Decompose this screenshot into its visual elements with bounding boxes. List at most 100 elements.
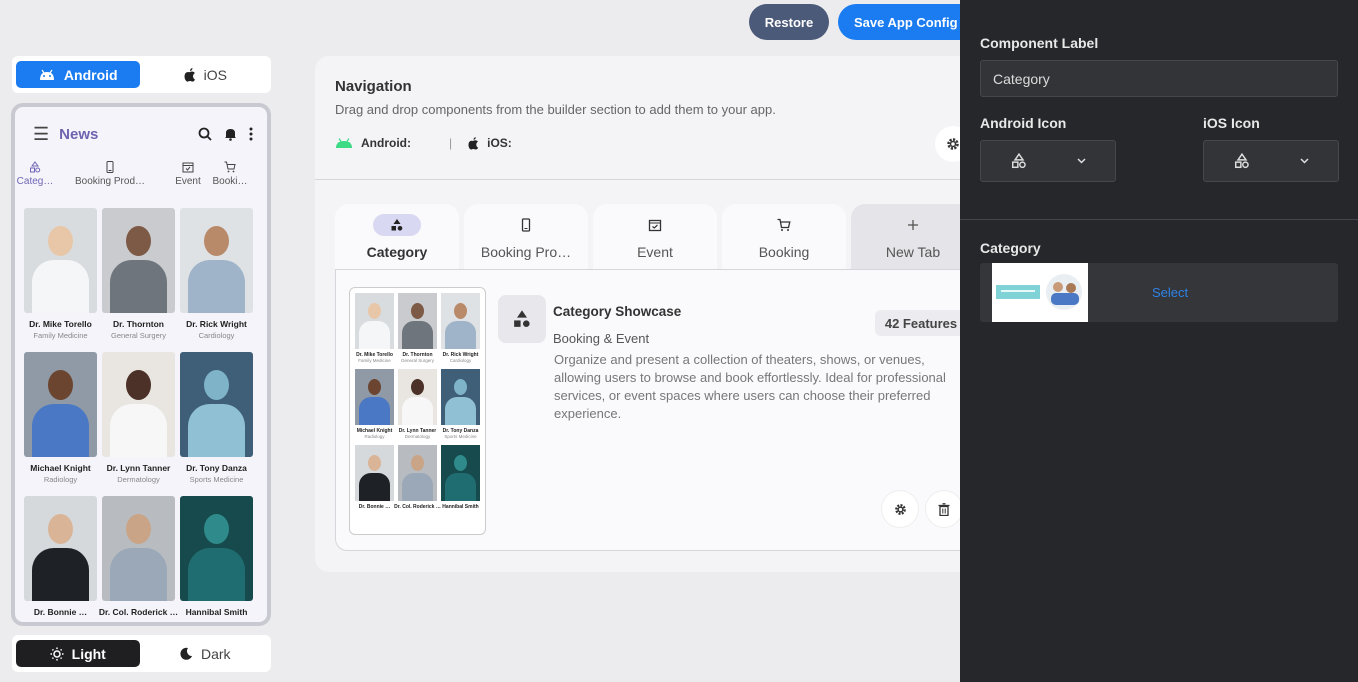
moon-icon [180, 647, 192, 660]
delete-component-button[interactable] [926, 491, 962, 527]
separator: | [449, 136, 453, 150]
tab-label: Booking Pro… [480, 244, 572, 260]
more-vertical-icon[interactable] [249, 127, 253, 141]
phone-icon [106, 161, 114, 173]
phone-app-bar: ☰ News [15, 107, 267, 161]
restore-button[interactable]: Restore [749, 4, 829, 40]
doctor-card[interactable]: Dr. Rick Wright Cardiology [180, 208, 253, 340]
menu-icon[interactable]: ☰ [33, 124, 49, 145]
mini-card: Dr. Lynn Tanner Dermatology [398, 369, 437, 441]
cart-icon [224, 161, 236, 173]
ios-option[interactable]: iOS [144, 61, 268, 88]
phone-tab-booking[interactable]: Booki… [211, 161, 249, 197]
doctor-photo [102, 208, 175, 313]
tab-event[interactable]: Event [593, 204, 717, 270]
component-subtitle: Booking & Event [553, 331, 650, 346]
component-title: Category Showcase [553, 304, 682, 319]
category-icon [391, 219, 403, 231]
navigation-tabs: Category Booking Pro… Event Booking New … [335, 204, 975, 270]
phone-tab-label: Categ… [16, 176, 54, 187]
doctor-specialty: Family Medicine [33, 331, 88, 340]
doctor-card[interactable]: Dr. Col. Roderick … [98, 496, 179, 619]
select-image-link[interactable]: Select [1152, 285, 1188, 300]
doctor-name: Dr. Tony Danza [186, 463, 247, 473]
mini-card: Michael Knight Radiology [355, 369, 394, 441]
category-icon [1234, 153, 1249, 169]
category-thumbnail [992, 263, 1088, 322]
tab-category[interactable]: Category [335, 204, 459, 270]
doctor-name: Dr. Lynn Tanner [106, 463, 171, 473]
mini-card-specialty: Family Medicine [358, 358, 391, 363]
doctor-photo [24, 208, 97, 313]
doctor-photo [180, 352, 253, 457]
light-option[interactable]: Light [16, 640, 140, 667]
doctor-name: Hannibal Smith [185, 607, 248, 617]
android-icon-select[interactable] [980, 140, 1116, 182]
mini-card: Dr. Thornton General Surgery [398, 293, 437, 365]
apple-icon [184, 67, 195, 82]
android-icon [39, 69, 54, 80]
tab-new-tab[interactable]: New Tab [851, 204, 975, 270]
light-option-label: Light [71, 645, 106, 662]
doctor-card[interactable]: Dr. Thornton General Surgery [102, 208, 175, 340]
doctor-photo [102, 352, 175, 457]
divider [960, 219, 1358, 220]
mini-card: Dr. Mike Torello Family Medicine [355, 293, 394, 365]
dark-option[interactable]: Dark [144, 640, 268, 667]
apple-icon [468, 136, 479, 150]
doctor-photo [180, 208, 253, 313]
doctor-specialty: Cardiology [198, 331, 235, 340]
tab-booking-product[interactable]: Booking Pro… [464, 204, 588, 270]
mini-card-specialty: Radiology [364, 434, 385, 439]
component-label-title: Component Label [980, 35, 1099, 51]
cart-icon [777, 218, 791, 231]
phone-preview: ☰ News Categ… Booking Prod… Event Booki…… [11, 103, 271, 626]
android-option[interactable]: Android [16, 61, 140, 88]
component-settings-button[interactable] [882, 491, 918, 527]
doctor-card[interactable]: Dr. Mike Torello Family Medicine [24, 208, 97, 340]
save-app-config-button[interactable]: Save App Config [838, 4, 968, 40]
sun-icon [50, 647, 64, 660]
phone-title: News [59, 125, 99, 143]
phone-tab-label: Booki… [212, 176, 248, 187]
doctor-specialty: General Surgery [110, 331, 167, 340]
tab-label: Category [366, 244, 428, 260]
doctor-card[interactable]: Dr. Lynn Tanner Dermatology [102, 352, 175, 484]
android-icon [336, 137, 352, 148]
doctor-name: Dr. Col. Roderick … [98, 607, 179, 617]
phone-tab-event[interactable]: Event [165, 161, 211, 197]
ios-icon-select[interactable] [1203, 140, 1339, 182]
component-label-input[interactable]: Category [980, 60, 1338, 97]
mini-card-name: Dr. Col. Roderick … [394, 504, 441, 510]
calendar-icon [182, 162, 194, 173]
trash-icon [938, 502, 950, 516]
bell-icon[interactable] [224, 127, 237, 141]
tab-label: Booking [758, 244, 810, 260]
doctor-card[interactable]: Michael Knight Radiology [24, 352, 97, 484]
gear-icon [947, 138, 959, 150]
doctor-card[interactable]: Dr. Bonnie … [24, 496, 97, 619]
ios-icon-title: iOS Icon [1203, 115, 1260, 131]
doctor-card[interactable]: Dr. Tony Danza Sports Medicine [180, 352, 253, 484]
android-icon-title: Android Icon [980, 115, 1067, 131]
tab-label: New Tab [885, 244, 941, 260]
divider [315, 179, 975, 180]
android-status-label: Android: [361, 136, 411, 150]
tab-booking[interactable]: Booking [722, 204, 846, 270]
doctor-photo [24, 496, 97, 601]
phone-tab-label: Booking Prod… [74, 176, 146, 187]
doctor-photo [24, 352, 97, 457]
mini-card-specialty: Cardiology [449, 358, 472, 363]
mini-card: Dr. Rick Wright Cardiology [441, 293, 480, 365]
search-icon[interactable] [198, 127, 212, 141]
phone-tab-booking-product[interactable]: Booking Prod… [55, 161, 165, 197]
mini-card: Dr. Col. Roderick … [394, 445, 441, 510]
mini-card-specialty: Sports Medicine [444, 434, 477, 439]
phone-tab-category[interactable]: Categ… [15, 161, 55, 197]
component-description: Organize and present a collection of the… [554, 352, 946, 421]
chevron-down-icon [1076, 158, 1086, 164]
ios-option-label: iOS [203, 66, 227, 83]
doctor-card[interactable]: Hannibal Smith [180, 496, 253, 619]
mini-card: Hannibal Smith [441, 445, 480, 510]
category-icon [30, 161, 41, 173]
